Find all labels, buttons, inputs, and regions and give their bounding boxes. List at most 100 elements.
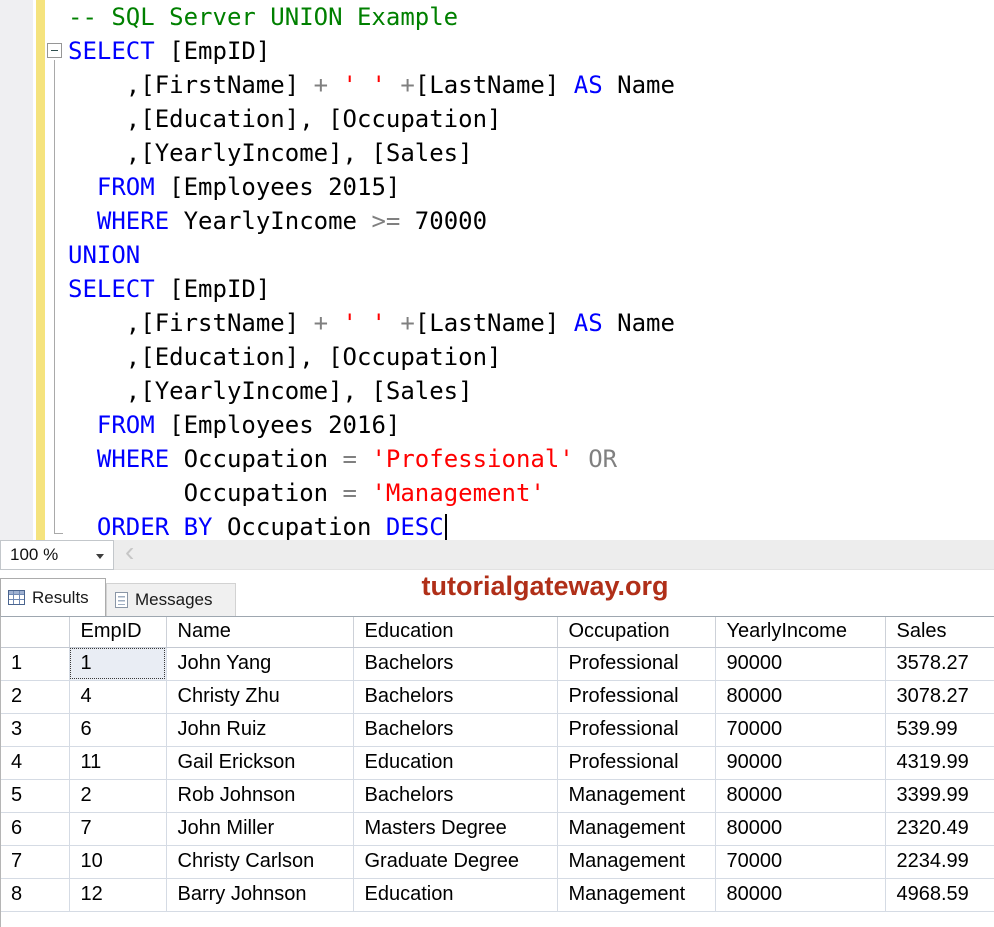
grid-cell[interactable]: 4319.99	[885, 746, 994, 779]
scroll-left-arrow-icon[interactable]: ‹	[125, 537, 134, 567]
grid-cell[interactable]: 10	[69, 845, 166, 878]
row-number[interactable]: 2	[1, 680, 69, 713]
grid-cell[interactable]: John Ruiz	[166, 713, 353, 746]
grid-cell[interactable]: John Yang	[166, 647, 353, 680]
grid-cell[interactable]: Bachelors	[353, 647, 557, 680]
tab-messages[interactable]: Messages	[106, 583, 236, 616]
grid-cell[interactable]: 90000	[715, 746, 885, 779]
tab-results[interactable]: Results	[0, 578, 106, 616]
code-line[interactable]: -- SQL Server UNION Example	[68, 0, 675, 34]
grid-cell[interactable]: Bachelors	[353, 779, 557, 812]
grid-cell[interactable]: 3399.99	[885, 779, 994, 812]
grid-cell[interactable]: 2	[69, 779, 166, 812]
grid-cell[interactable]: Education	[353, 878, 557, 911]
grid-cell[interactable]: 80000	[715, 779, 885, 812]
sql-editor[interactable]: -- SQL Server UNION Example SELECT [EmpID…	[0, 0, 994, 540]
code-token	[328, 71, 342, 99]
grid-cell[interactable]: Christy Zhu	[166, 680, 353, 713]
grid-cell[interactable]: 80000	[715, 680, 885, 713]
grid-cell[interactable]: Bachelors	[353, 713, 557, 746]
code-token: >=	[371, 207, 400, 235]
results-grid[interactable]: EmpIDNameEducationOccupationYearlyIncome…	[0, 616, 994, 927]
grid-cell[interactable]: Professional	[557, 713, 715, 746]
grid-cell[interactable]: John Miller	[166, 812, 353, 845]
grid-cell[interactable]: 80000	[715, 812, 885, 845]
column-header-EmpID[interactable]: EmpID	[69, 617, 166, 647]
grid-cell[interactable]: 12	[69, 878, 166, 911]
column-header-Name[interactable]: Name	[166, 617, 353, 647]
grid-cell[interactable]: 80000	[715, 878, 885, 911]
grid-cell[interactable]: 4	[69, 680, 166, 713]
grid-cell[interactable]: Management	[557, 878, 715, 911]
collapse-region-icon[interactable]	[47, 43, 62, 58]
grid-cell[interactable]: 7	[69, 812, 166, 845]
row-number[interactable]: 7	[1, 845, 69, 878]
code-line[interactable]: WHERE Occupation = 'Professional' OR	[68, 442, 675, 476]
grid-cell[interactable]: 3578.27	[885, 647, 994, 680]
code-token: FROM	[97, 411, 155, 439]
grid-cell[interactable]: Christy Carlson	[166, 845, 353, 878]
grid-cell[interactable]: Professional	[557, 680, 715, 713]
column-header-Sales[interactable]: Sales	[885, 617, 994, 647]
code-line[interactable]: FROM [Employees 2016]	[68, 408, 675, 442]
column-header-Occupation[interactable]: Occupation	[557, 617, 715, 647]
grid-cell[interactable]: Bachelors	[353, 680, 557, 713]
code-line[interactable]: ,[YearlyIncome], [Sales]	[68, 136, 675, 170]
code-token: ,[YearlyIncome], [Sales]	[68, 139, 473, 167]
grid-cell[interactable]: 2320.49	[885, 812, 994, 845]
grid-cell[interactable]: 4968.59	[885, 878, 994, 911]
grid-cell[interactable]: Masters Degree	[353, 812, 557, 845]
code-line[interactable]: ,[FirstName] + ' ' +[LastName] AS Name	[68, 306, 675, 340]
code-line[interactable]: UNION	[68, 238, 675, 272]
grid-cell[interactable]: 90000	[715, 647, 885, 680]
zoom-level-select[interactable]: 100 %	[0, 540, 114, 570]
grid-cell[interactable]: 70000	[715, 713, 885, 746]
grid-cell[interactable]: Professional	[557, 647, 715, 680]
row-number[interactable]: 4	[1, 746, 69, 779]
code-token: DESC	[386, 513, 444, 540]
grid-cell[interactable]: 2234.99	[885, 845, 994, 878]
row-number[interactable]: 6	[1, 812, 69, 845]
code-token: [Employees 2016]	[155, 411, 401, 439]
code-token	[68, 411, 97, 439]
code-line[interactable]: SELECT [EmpID]	[68, 34, 675, 68]
grid-cell[interactable]: Management	[557, 779, 715, 812]
grid-cell[interactable]: Graduate Degree	[353, 845, 557, 878]
row-number[interactable]: 5	[1, 779, 69, 812]
grid-cell[interactable]: Barry Johnson	[166, 878, 353, 911]
code-token: [LastName]	[415, 71, 574, 99]
horizontal-scrollbar[interactable]: ‹	[115, 540, 994, 569]
grid-cell[interactable]: 539.99	[885, 713, 994, 746]
code-line[interactable]: FROM [Employees 2015]	[68, 170, 675, 204]
code-token	[68, 207, 97, 235]
grid-cell[interactable]: Management	[557, 845, 715, 878]
column-header-YearlyIncome[interactable]: YearlyIncome	[715, 617, 885, 647]
grid-cell[interactable]: Professional	[557, 746, 715, 779]
grid-cell[interactable]: Gail Erickson	[166, 746, 353, 779]
code-text[interactable]: -- SQL Server UNION Example SELECT [EmpID…	[68, 0, 675, 540]
code-line[interactable]: ,[FirstName] + ' ' +[LastName] AS Name	[68, 68, 675, 102]
code-line[interactable]: ,[Education], [Occupation]	[68, 102, 675, 136]
column-header-Education[interactable]: Education	[353, 617, 557, 647]
grid-cell[interactable]: 6	[69, 713, 166, 746]
selected-grid-cell[interactable]: 1	[69, 647, 166, 680]
grid-cell[interactable]: Management	[557, 812, 715, 845]
grid-cell[interactable]: 11	[69, 746, 166, 779]
grid-cell[interactable]: 70000	[715, 845, 885, 878]
code-line[interactable]: WHERE YearlyIncome >= 70000	[68, 204, 675, 238]
grid-cell[interactable]: Rob Johnson	[166, 779, 353, 812]
code-line[interactable]: Occupation = 'Management'	[68, 476, 675, 510]
grid-cell[interactable]: 3078.27	[885, 680, 994, 713]
code-token	[386, 71, 400, 99]
row-number[interactable]: 1	[1, 647, 69, 680]
row-number[interactable]: 3	[1, 713, 69, 746]
code-token: -- SQL Server UNION Example	[68, 3, 458, 31]
code-line[interactable]: SELECT [EmpID]	[68, 272, 675, 306]
corner-header[interactable]	[1, 617, 69, 647]
code-line[interactable]: ,[Education], [Occupation]	[68, 340, 675, 374]
code-line[interactable]: ,[YearlyIncome], [Sales]	[68, 374, 675, 408]
code-line[interactable]: ORDER BY Occupation DESC	[68, 510, 675, 540]
grid-cell[interactable]: Education	[353, 746, 557, 779]
row-number[interactable]: 8	[1, 878, 69, 911]
code-token	[68, 445, 97, 473]
